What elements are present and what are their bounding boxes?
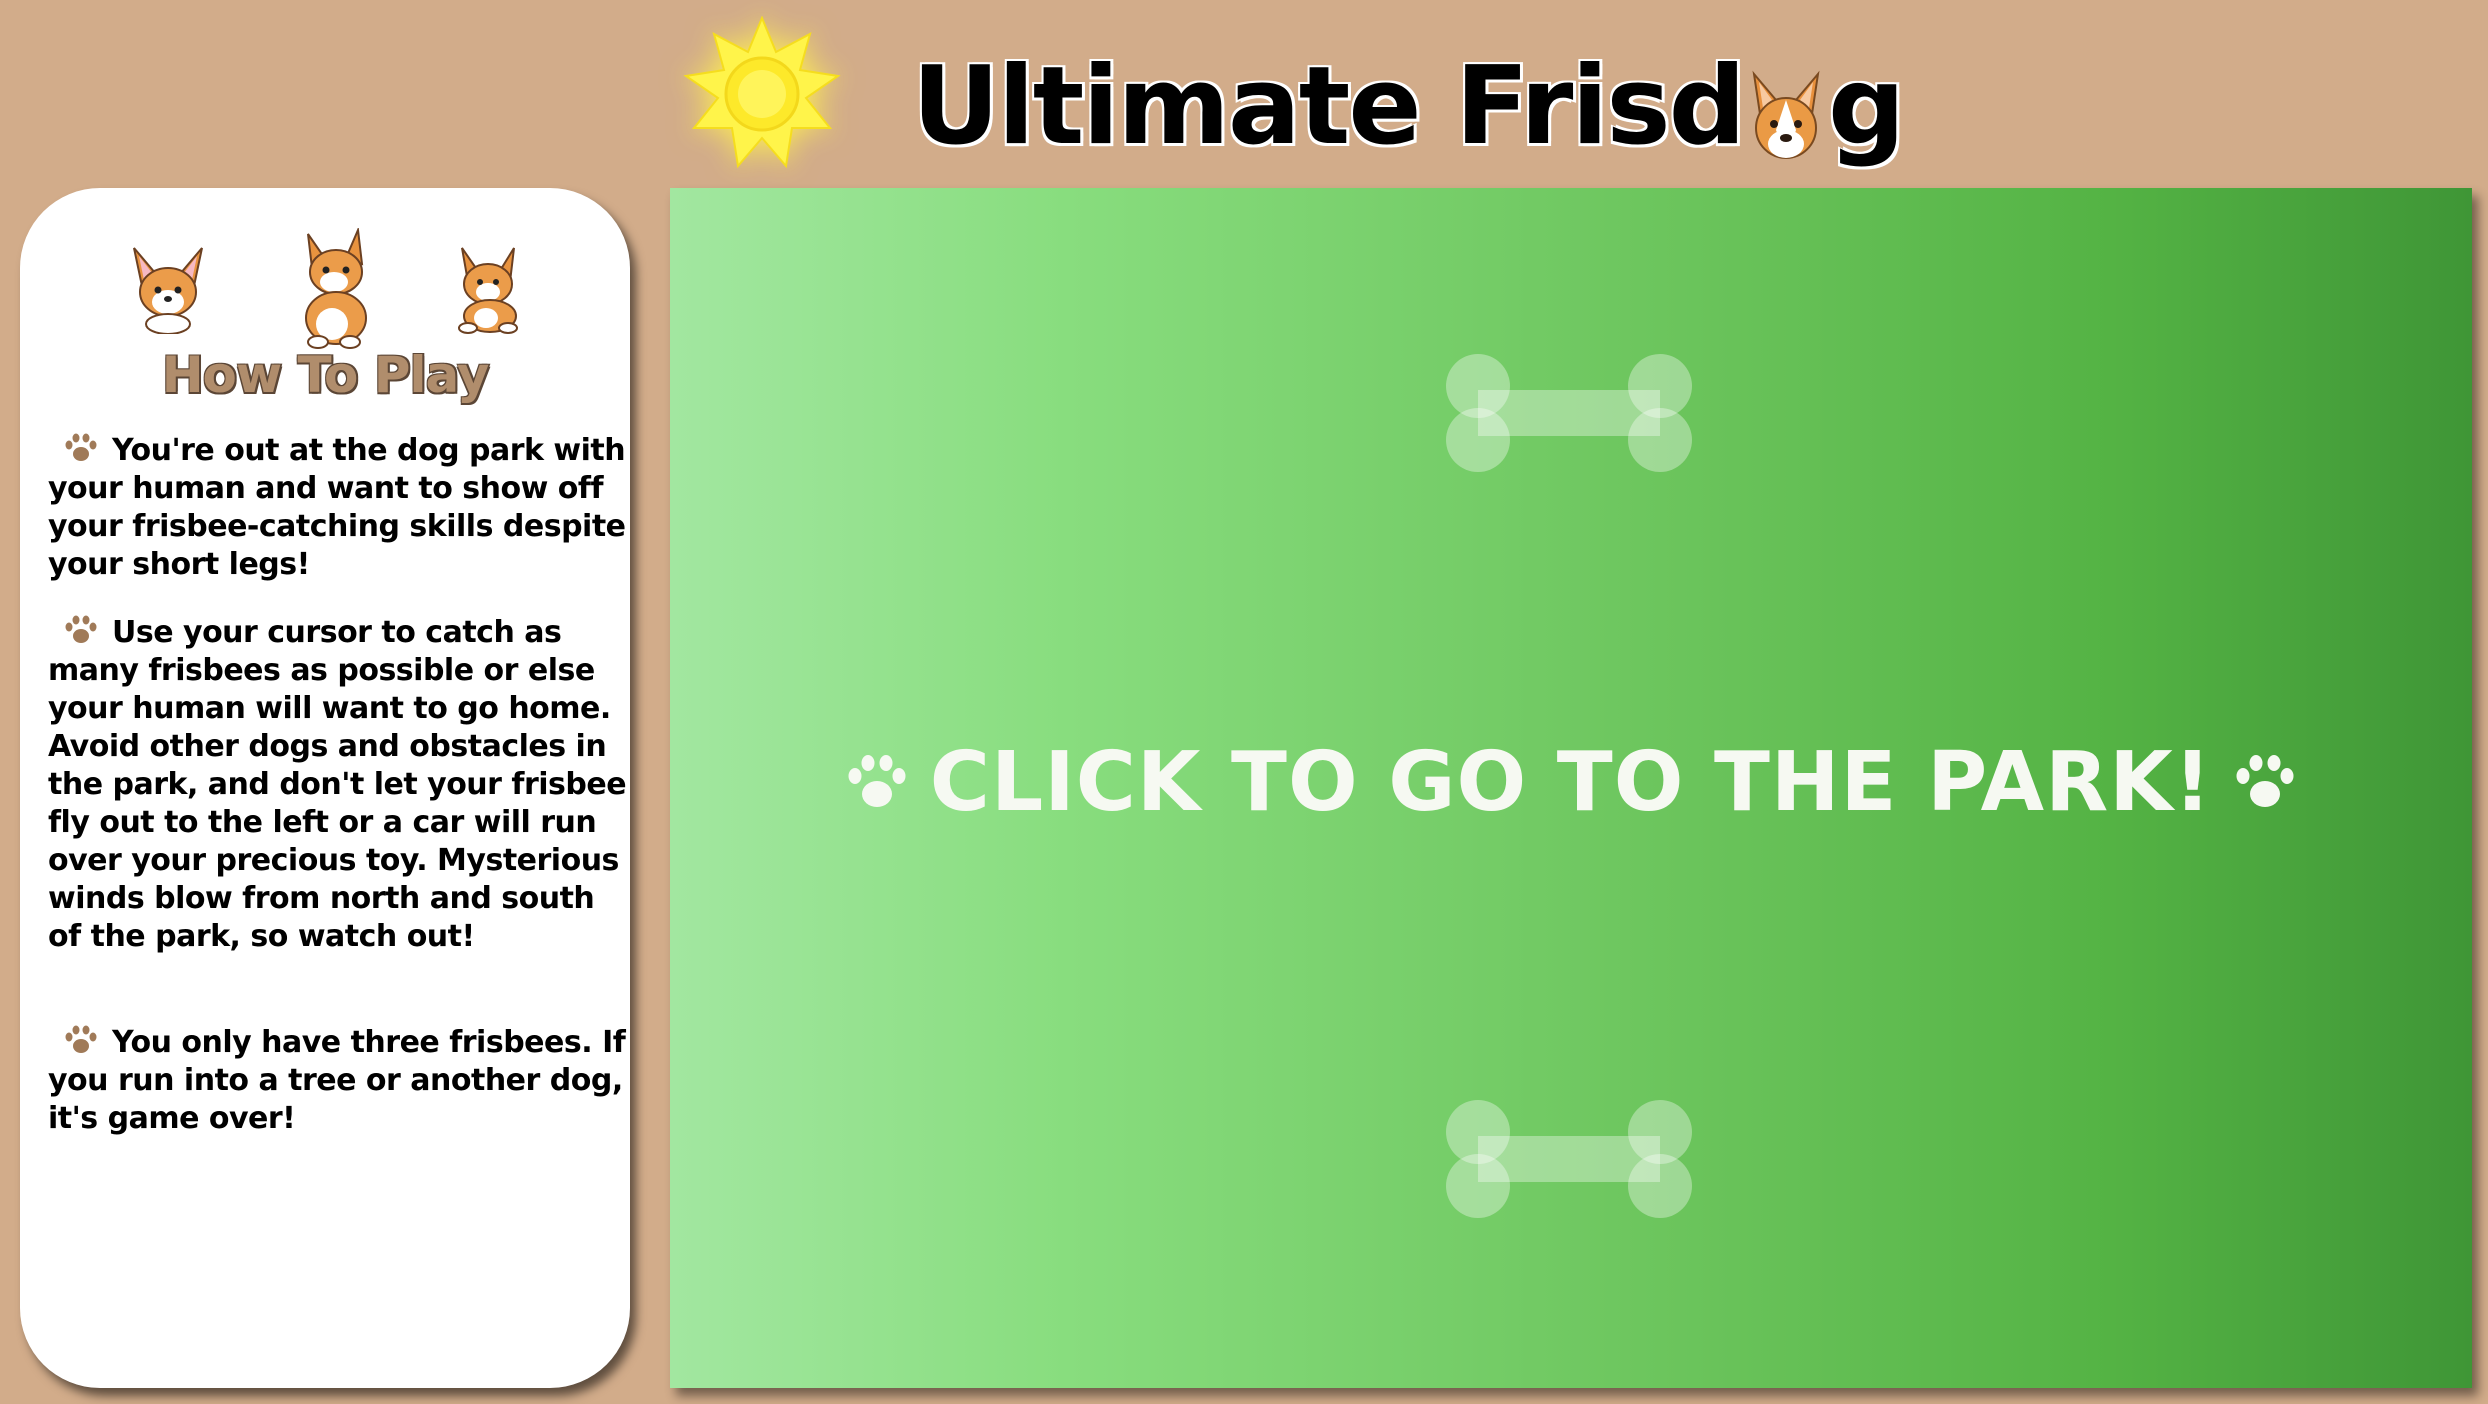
corgi-icon — [1752, 70, 1820, 159]
start-game-label[interactable]: CLICK TO GO TO THE PARK! — [930, 728, 2212, 838]
instruction-paragraph: You only have three frisbees. If you run… — [48, 1024, 628, 1138]
start-game-button[interactable]: CLICK TO GO TO THE PARK! — [670, 728, 2472, 838]
paw-icon — [65, 433, 97, 461]
park-start-area[interactable]: CLICK TO GO TO THE PARK! — [670, 188, 2472, 1388]
paw-icon — [65, 1025, 97, 1053]
paw-icon — [65, 615, 97, 643]
how-to-play-panel: How To Play You're out at the dog park w… — [20, 188, 630, 1388]
bone-icon — [1446, 1100, 1692, 1218]
bone-icon — [1446, 354, 1692, 472]
title-text-start: Ultimate Frisd — [912, 44, 1746, 169]
instruction-paragraph: Use your cursor to catch as many frisbee… — [48, 614, 628, 956]
corgi-icon — [305, 228, 367, 349]
instruction-text: Use your cursor to catch as many frisbee… — [48, 615, 627, 954]
corgi-icon — [133, 247, 203, 334]
instruction-text: You're out at the dog park with your hum… — [48, 433, 626, 582]
corgi-illustrations — [20, 228, 630, 349]
paw-icon — [2236, 755, 2294, 807]
how-to-play-heading: How To Play — [161, 346, 490, 404]
game-title: Ultimate Frisd g — [912, 42, 2012, 172]
corgi-icon — [458, 247, 518, 334]
instruction-text: You only have three frisbees. If you run… — [48, 1025, 626, 1136]
title-text-end: g — [1828, 44, 1905, 169]
sun-icon — [683, 16, 841, 169]
paw-icon — [848, 755, 906, 807]
instruction-paragraph: You're out at the dog park with your hum… — [48, 432, 628, 584]
